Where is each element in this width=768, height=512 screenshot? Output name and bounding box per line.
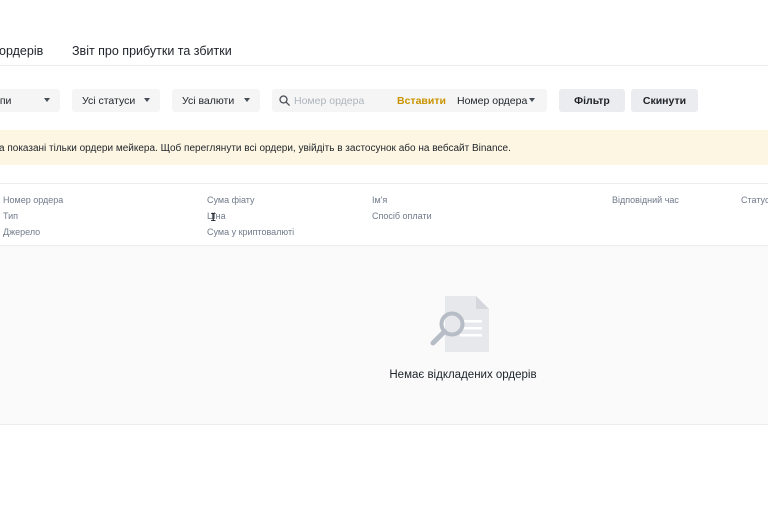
tab-pnl-report[interactable]: Звіт про прибутки та збитки bbox=[72, 44, 232, 58]
column-crypto-amount: Сума у криптовалюті bbox=[207, 227, 295, 237]
caret-down-icon bbox=[529, 98, 535, 102]
caret-down-icon bbox=[44, 98, 50, 102]
column-type: Тип bbox=[3, 211, 19, 221]
no-results-document-icon bbox=[430, 296, 489, 352]
types-dropdown[interactable]: ипи bbox=[0, 89, 60, 112]
empty-state-message: Немає відкладених ордерів bbox=[389, 369, 537, 381]
currency-dropdown[interactable]: Усі валюти bbox=[172, 89, 260, 112]
maker-orders-notice: а показані тільки ордери мейкера. Щоб пе… bbox=[0, 130, 768, 165]
tab-bar: ордерів Звіт про прибутки та збитки bbox=[0, 0, 768, 66]
currency-dropdown-label: Усі валюти bbox=[182, 94, 235, 107]
status-dropdown[interactable]: Усі статуси bbox=[72, 89, 160, 112]
search-icon bbox=[279, 95, 290, 106]
order-search-box: Вставити Номер ордера bbox=[272, 89, 547, 112]
paste-button[interactable]: Вставити bbox=[397, 95, 446, 107]
column-response-time: Відповідний час bbox=[612, 195, 679, 205]
text-cursor-icon: I bbox=[210, 211, 217, 224]
status-dropdown-label: Усі статуси bbox=[82, 94, 136, 107]
search-type-dropdown[interactable]: Номер ордера bbox=[457, 95, 527, 107]
column-source: Джерело bbox=[3, 227, 41, 237]
filter-button[interactable]: Фільтр bbox=[559, 89, 625, 112]
caret-down-icon bbox=[144, 98, 150, 102]
tab-orders[interactable]: ордерів bbox=[0, 44, 43, 58]
orders-table-header: Номер ордера Тип Джерело Сума фіату Ціна… bbox=[0, 183, 768, 246]
empty-state: Немає відкладених ордерів bbox=[0, 246, 768, 425]
column-payment-method: Спосіб оплати bbox=[372, 211, 432, 221]
column-order-number: Номер ордера bbox=[3, 195, 64, 205]
caret-down-icon bbox=[244, 98, 250, 102]
notice-text: а показані тільки ордери мейкера. Щоб пе… bbox=[0, 143, 511, 154]
types-dropdown-label: ипи bbox=[0, 94, 12, 107]
column-status: Статус bbox=[741, 195, 768, 205]
order-number-input[interactable] bbox=[294, 92, 394, 109]
column-name: Ім'я bbox=[372, 195, 388, 205]
reset-button[interactable]: Скинути bbox=[631, 89, 698, 112]
column-fiat-amount: Сума фіату bbox=[207, 195, 255, 205]
